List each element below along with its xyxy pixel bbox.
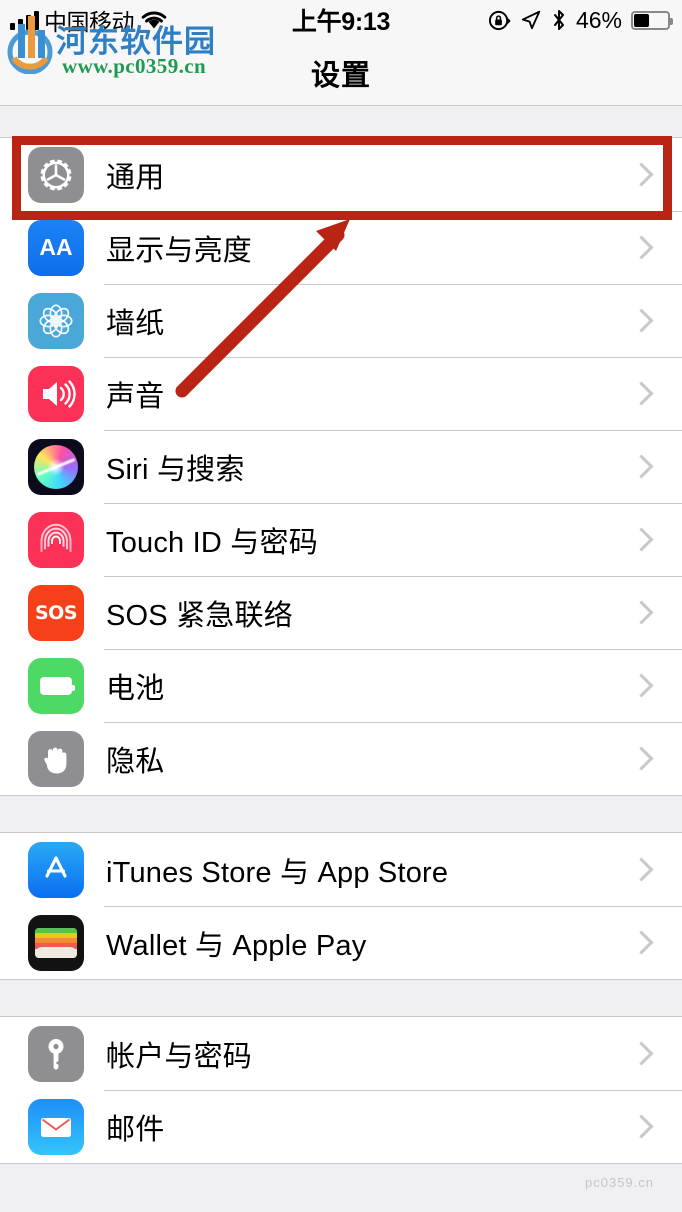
privacy-hand-icon (28, 730, 84, 787)
status-bar: 中国移动 上午9:13 46% (0, 0, 682, 40)
chevron-right-icon (629, 235, 654, 260)
iphone-settings-screen: 中国移动 上午9:13 46% 设置 通用 AA 显示与亮度 墙纸 声音 Sir… (0, 0, 682, 1212)
siri-orb (34, 444, 78, 489)
chevron-right-icon (629, 673, 654, 698)
chevron-right-icon (629, 527, 654, 552)
app-store-icon (28, 841, 84, 898)
chevron-right-icon (629, 162, 654, 187)
settings-row[interactable]: iTunes Store 与 App Store (0, 833, 682, 906)
settings-list: 通用 AA 显示与亮度墙纸声音 Siri 与搜索 Touch ID 与密码 SOS SOS … (0, 106, 682, 1164)
settings-row[interactable]: 通用 (0, 138, 682, 211)
gear-icon (28, 146, 84, 203)
chevron-right-icon (629, 1041, 654, 1066)
page-title: 设置 (310, 59, 371, 92)
wallet-icon (28, 914, 84, 971)
settings-row[interactable]: 隐私 (0, 722, 682, 795)
settings-row-label: 通用 (106, 161, 165, 194)
display-brightness-icon: AA (28, 219, 84, 276)
settings-row[interactable]: Siri 与搜索 (0, 430, 682, 503)
chevron-right-icon (629, 1114, 654, 1139)
battery-glyph (40, 676, 75, 695)
settings-row[interactable]: AA 显示与亮度 (0, 211, 682, 284)
mail-icon (28, 1098, 84, 1155)
sos-icon: SOS (28, 584, 84, 641)
settings-row[interactable]: Wallet 与 Apple Pay (0, 906, 682, 979)
sounds-icon (28, 365, 84, 422)
bluetooth-icon (553, 10, 564, 30)
settings-row[interactable]: SOS SOS 紧急联络 (0, 576, 682, 649)
group-system: 通用 AA 显示与亮度墙纸声音 Siri 与搜索 Touch ID 与密码 SOS SOS … (0, 137, 682, 796)
wallpaper-icon (28, 292, 84, 349)
group-spacer (0, 106, 682, 137)
settings-row[interactable]: Touch ID 与密码 (0, 503, 682, 576)
battery-settings-icon (28, 657, 84, 714)
sos-glyph: SOS (34, 601, 78, 624)
settings-row-label: 电池 (106, 672, 165, 705)
settings-row-label: 帐户与密码 (106, 1040, 253, 1073)
settings-row[interactable]: 墙纸 (0, 284, 682, 357)
chevron-right-icon (629, 746, 654, 771)
chevron-right-icon (629, 600, 654, 625)
group-stores: iTunes Store 与 App Store Wallet 与 Apple P… (0, 832, 682, 980)
settings-row[interactable]: 帐户与密码 (0, 1017, 682, 1090)
nav-bar: 设置 (0, 40, 682, 106)
settings-row-label: 显示与亮度 (106, 234, 253, 267)
settings-row-label: Touch ID 与密码 (106, 526, 318, 559)
touch-id-icon (28, 511, 84, 568)
watermark-footer: pc0359.cn (585, 1175, 654, 1190)
chevron-right-icon (629, 454, 654, 479)
aa-glyph: AA (39, 234, 73, 260)
settings-row-label: SOS 紧急联络 (106, 599, 293, 632)
battery-percent-label: 46% (575, 6, 622, 33)
settings-row-label: 邮件 (106, 1113, 165, 1146)
group-accounts: 帐户与密码 邮件 (0, 1016, 682, 1164)
wallet-cards-glyph (35, 927, 77, 958)
rotation-lock-icon (488, 10, 511, 30)
chevron-right-icon (629, 381, 654, 406)
chevron-right-icon (629, 308, 654, 333)
chevron-right-icon (629, 930, 654, 955)
siri-icon (28, 438, 84, 495)
settings-row-label: Wallet 与 Apple Pay (106, 929, 367, 962)
key-icon (28, 1025, 84, 1082)
status-bar-right: 46% (488, 6, 673, 34)
settings-row-label: iTunes Store 与 App Store (106, 856, 449, 889)
group-spacer (0, 980, 682, 1016)
settings-row-label: 墙纸 (106, 307, 165, 340)
group-spacer (0, 796, 682, 832)
settings-row[interactable]: 电池 (0, 649, 682, 722)
chevron-right-icon (629, 857, 654, 882)
battery-icon (631, 10, 673, 30)
location-arrow-icon (521, 10, 541, 30)
settings-row-label: 隐私 (106, 745, 165, 778)
settings-row[interactable]: 声音 (0, 357, 682, 430)
settings-row-label: Siri 与搜索 (106, 453, 245, 486)
settings-row-label: 声音 (106, 380, 165, 413)
settings-row[interactable]: 邮件 (0, 1090, 682, 1163)
